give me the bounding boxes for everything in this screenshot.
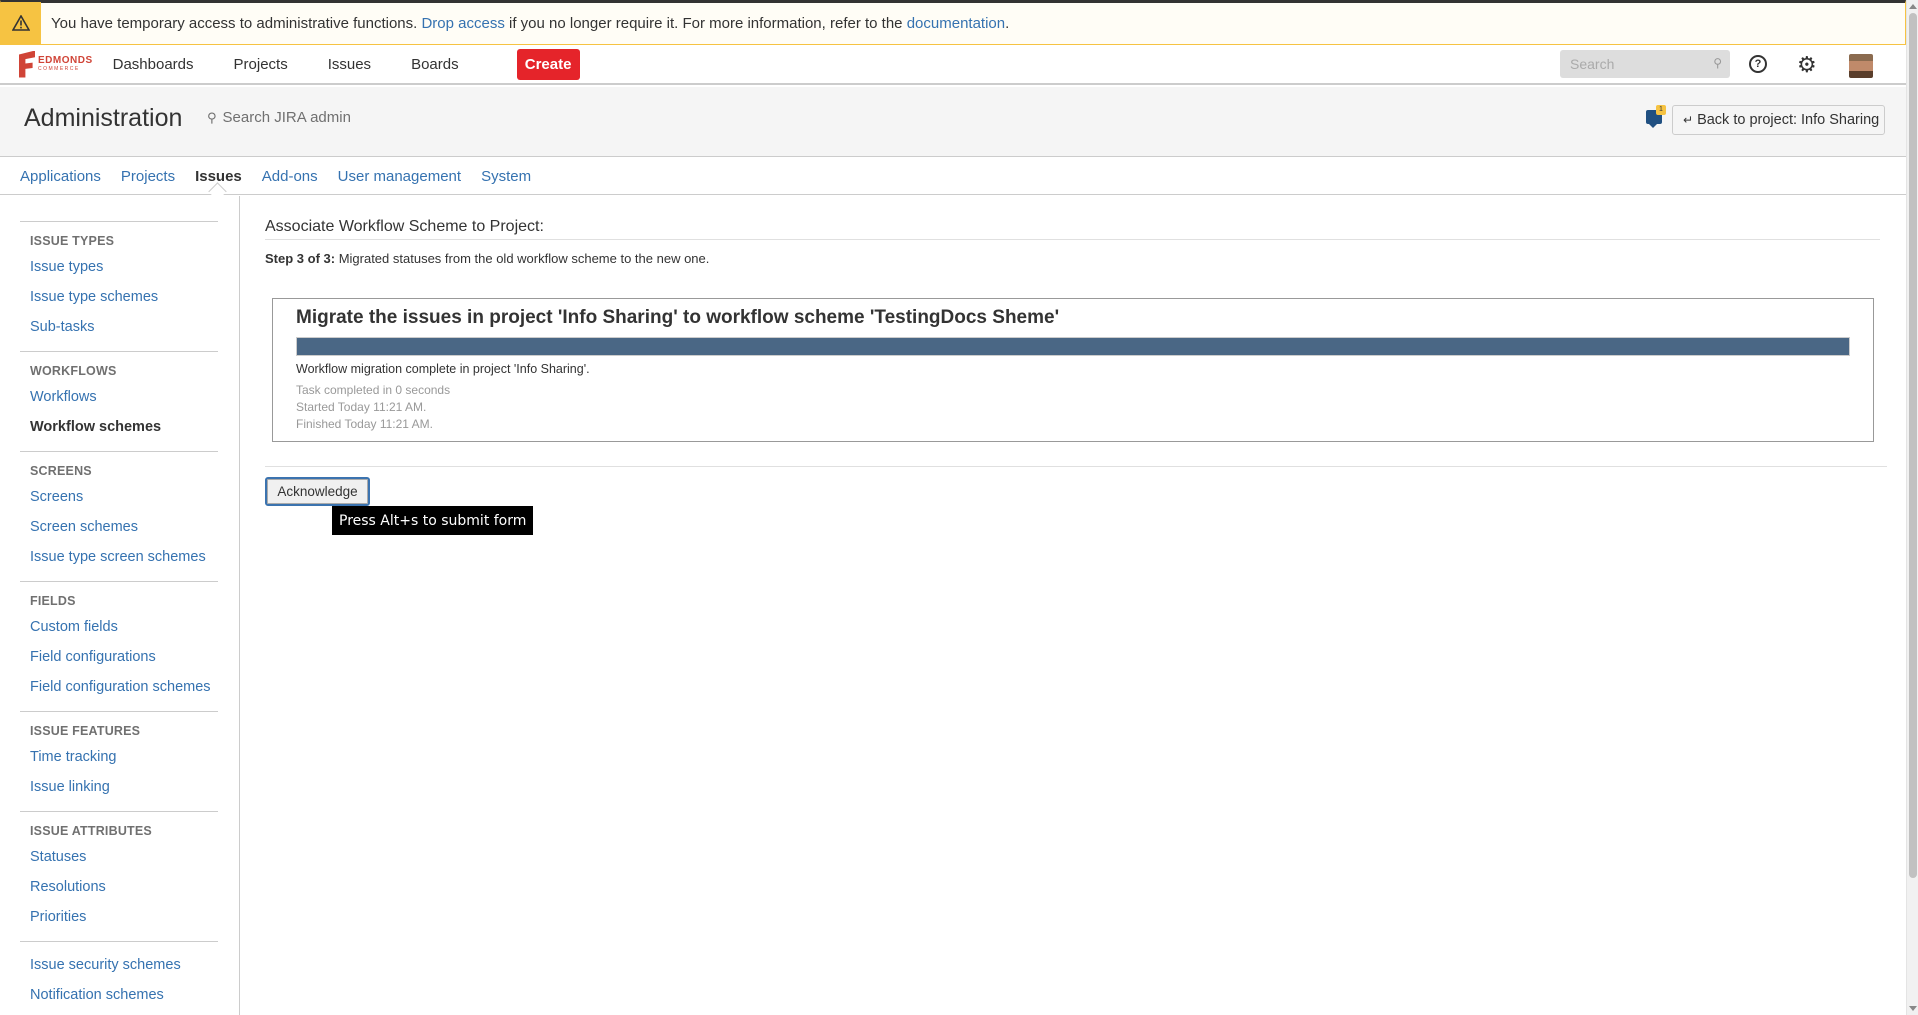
sidebar-item-resolutions[interactable]: Resolutions: [30, 872, 218, 902]
tab-system[interactable]: System: [481, 168, 531, 185]
nav-links: Dashboards Projects Issues Boards: [113, 56, 499, 73]
admin-access-banner: You have temporary access to administrat…: [0, 0, 1906, 45]
sidebar-item-statuses[interactable]: Statuses: [30, 842, 218, 872]
sidebar-item-time-tracking[interactable]: Time tracking: [30, 742, 218, 772]
sidebar-group-issue-features: ISSUE FEATURES Time tracking Issue linki…: [20, 711, 218, 802]
page-scrollbar[interactable]: [1906, 0, 1918, 1015]
back-button-label: Back to project: Info Sharing: [1697, 112, 1880, 128]
heading-divider: [265, 239, 1880, 240]
sidebar-item-issue-type-screen-schemes[interactable]: Issue type screen schemes: [30, 542, 218, 572]
progress-fill: [297, 338, 1849, 355]
search-icon: ⚲: [1713, 56, 1722, 70]
sidebar-item-notification-schemes[interactable]: Notification schemes: [30, 980, 218, 1010]
tab-user-management[interactable]: User management: [338, 168, 461, 185]
acknowledge-button[interactable]: Acknowledge: [265, 477, 370, 506]
admin-header: Administration ⚲ Search JIRA admin 1 ↵ B…: [0, 87, 1906, 157]
help-icon[interactable]: ?: [1749, 55, 1767, 73]
sidebar-item-workflows[interactable]: Workflows: [30, 382, 218, 412]
scroll-up-icon[interactable]: [1909, 4, 1917, 9]
sidebar-heading: ISSUE ATTRIBUTES: [30, 824, 152, 838]
logo[interactable]: EDMONDS COMMERCE: [19, 49, 93, 79]
gear-icon[interactable]: ⚙: [1797, 52, 1817, 78]
sidebar-item-screens[interactable]: Screens: [30, 482, 218, 512]
admin-search-input[interactable]: ⚲ Search JIRA admin: [207, 109, 351, 126]
task-finished: Finished Today 11:21 AM.: [296, 417, 433, 431]
migration-title: Migrate the issues in project 'Info Shar…: [296, 307, 1060, 328]
sidebar-item-workflow-schemes[interactable]: Workflow schemes: [30, 412, 218, 442]
form-divider: [265, 466, 1887, 467]
nav-projects[interactable]: Projects: [234, 56, 308, 73]
banner-message: You have temporary access to administrat…: [51, 15, 1010, 32]
avatar[interactable]: [1849, 54, 1873, 78]
warning-icon: [1, 2, 41, 44]
step-text: Migrated statuses from the old workflow …: [335, 251, 710, 266]
sidebar-heading: FIELDS: [30, 594, 76, 608]
scroll-thumb[interactable]: [1909, 13, 1917, 878]
migration-status: Workflow migration complete in project '…: [296, 362, 590, 376]
sidebar-item-priorities[interactable]: Priorities: [30, 902, 218, 932]
task-duration: Task completed in 0 seconds: [296, 383, 451, 397]
tab-issues[interactable]: Issues: [195, 168, 242, 185]
back-arrow-icon: ↵: [1683, 113, 1694, 127]
top-navigation: EDMONDS COMMERCE Dashboards Projects Iss…: [0, 45, 1906, 85]
scroll-down-icon[interactable]: [1909, 1006, 1917, 1011]
sidebar-item-issue-security-schemes[interactable]: Issue security schemes: [30, 950, 218, 980]
sidebar-group-schemes: Issue security schemes Notification sche…: [20, 941, 218, 1010]
back-to-project-button[interactable]: ↵ Back to project: Info Sharing: [1672, 105, 1885, 135]
sidebar-item-issue-type-schemes[interactable]: Issue type schemes: [30, 282, 218, 312]
sidebar-group-screens: SCREENS Screens Screen schemes Issue typ…: [20, 451, 218, 572]
nav-issues[interactable]: Issues: [328, 56, 391, 73]
search-icon: ⚲: [207, 109, 217, 125]
sidebar-item-sub-tasks[interactable]: Sub-tasks: [30, 312, 218, 342]
progress-bar: [296, 337, 1850, 356]
sidebar-group-issue-types: ISSUE TYPES Issue types Issue type schem…: [20, 221, 218, 342]
sidebar-heading: SCREENS: [30, 464, 92, 478]
migration-panel: Migrate the issues in project 'Info Shar…: [272, 298, 1874, 442]
tab-projects[interactable]: Projects: [121, 168, 175, 185]
tab-add-ons[interactable]: Add-ons: [262, 168, 318, 185]
notification-badge: 1: [1656, 105, 1666, 115]
sidebar-heading: ISSUE FEATURES: [30, 724, 141, 738]
sidebar-item-issue-types[interactable]: Issue types: [30, 252, 218, 282]
create-button[interactable]: Create: [516, 48, 580, 80]
search-placeholder: Search: [1570, 56, 1615, 72]
task-started: Started Today 11:21 AM.: [296, 400, 427, 414]
drop-access-link[interactable]: Drop access: [421, 15, 504, 32]
nav-dashboards[interactable]: Dashboards: [113, 56, 214, 73]
sidebar-item-field-configuration-schemes[interactable]: Field configuration schemes: [30, 672, 218, 702]
admin-search-placeholder: Search JIRA admin: [222, 109, 351, 126]
sidebar-group-fields: FIELDS Custom fields Field configuration…: [20, 581, 218, 702]
logo-subword: COMMERCE: [38, 66, 80, 72]
sidebar-group-workflows: WORKFLOWS Workflows Workflow schemes: [20, 351, 218, 442]
sidebar-item-screen-schemes[interactable]: Screen schemes: [30, 512, 218, 542]
page-title: Administration: [24, 104, 183, 132]
submit-shortcut-tooltip: Press Alt+s to submit form: [332, 506, 534, 535]
logo-word: EDMONDS: [38, 55, 93, 66]
sidebar-item-custom-fields[interactable]: Custom fields: [30, 612, 218, 642]
page-heading: Associate Workflow Scheme to Project:: [265, 218, 544, 235]
admin-sidebar: ISSUE TYPES Issue types Issue type schem…: [0, 196, 240, 1015]
tab-applications[interactable]: Applications: [20, 168, 101, 185]
sidebar-heading: WORKFLOWS: [30, 364, 117, 378]
sidebar-item-issue-linking[interactable]: Issue linking: [30, 772, 218, 802]
step-label: Step 3 of 3:: [265, 251, 336, 266]
documentation-link[interactable]: documentation: [907, 15, 1005, 32]
step-indicator: Step 3 of 3: Migrated statuses from the …: [265, 251, 709, 266]
sidebar-group-issue-attributes: ISSUE ATTRIBUTES Statuses Resolutions Pr…: [20, 811, 218, 932]
sidebar-item-field-configurations[interactable]: Field configurations: [30, 642, 218, 672]
logo-mark: [19, 50, 35, 78]
admin-tabs: Applications Projects Issues Add-ons Use…: [0, 158, 1906, 195]
global-search-input[interactable]: Search ⚲: [1560, 50, 1730, 78]
nav-boards[interactable]: Boards: [411, 56, 479, 73]
sidebar-heading: ISSUE TYPES: [30, 234, 115, 248]
